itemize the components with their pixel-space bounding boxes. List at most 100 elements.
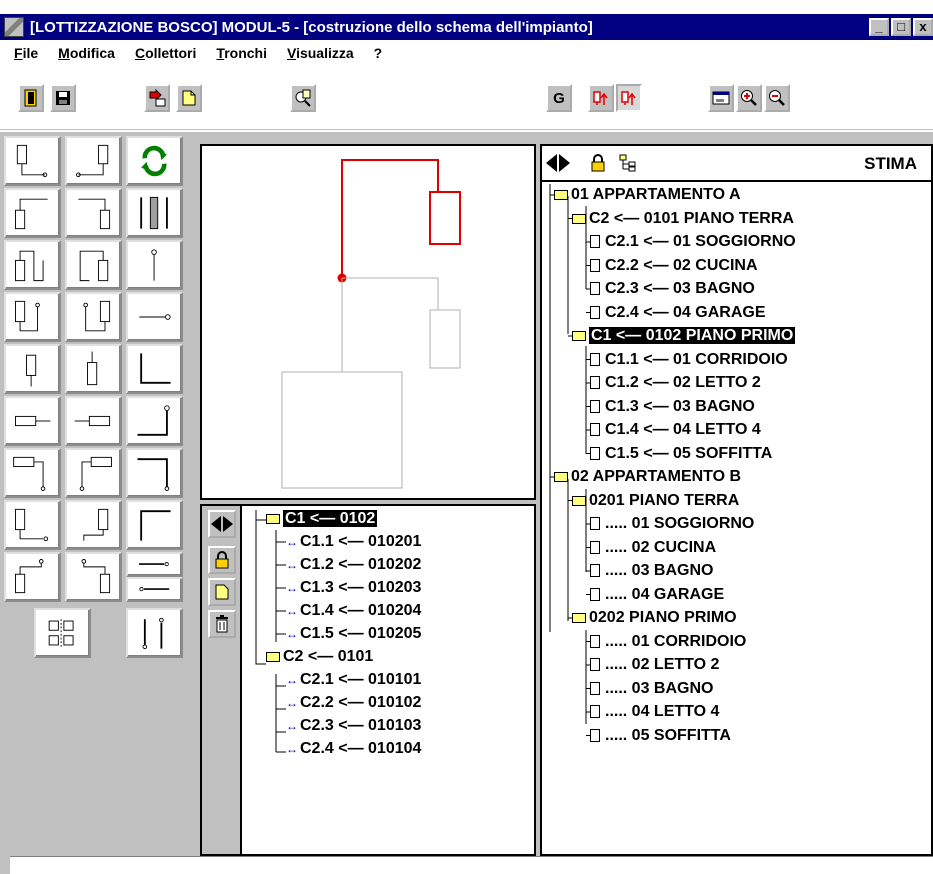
tree-leaf-item[interactable]: ↔ C1.2 <— 010202 bbox=[286, 554, 421, 576]
shape-tool-18[interactable] bbox=[126, 396, 183, 446]
shape-tool-15[interactable] bbox=[126, 344, 183, 394]
tree-leaf-item[interactable]: ↔ C2.2 <— 010102 bbox=[286, 692, 421, 714]
shape-tool-22[interactable] bbox=[4, 500, 61, 550]
tree-leaf-item[interactable]: C2.2 <— 02 CUCINA bbox=[590, 255, 758, 277]
shape-tool-17[interactable] bbox=[65, 396, 122, 446]
shape-tool-24[interactable] bbox=[126, 500, 183, 550]
menu-collettori[interactable]: Collettori bbox=[133, 45, 198, 61]
tree-folder-item[interactable]: C2 <— 0101 bbox=[266, 646, 373, 668]
shape-tool-1[interactable] bbox=[4, 136, 61, 186]
tree-item-label: ..... 02 CUCINA bbox=[605, 538, 717, 556]
maximize-button[interactable]: □ bbox=[891, 18, 911, 36]
expand-button[interactable] bbox=[544, 149, 572, 177]
menu-file[interactable]: File bbox=[12, 45, 40, 61]
tree-leaf-item[interactable]: C1.1 <— 01 CORRIDOIO bbox=[590, 349, 788, 371]
shape-tool-8[interactable] bbox=[65, 240, 122, 290]
tree-leaf-item[interactable]: ..... 02 LETTO 2 bbox=[590, 654, 719, 676]
lock-button[interactable] bbox=[208, 546, 236, 574]
new-item-button[interactable] bbox=[208, 578, 236, 606]
delete-button[interactable] bbox=[208, 610, 236, 638]
trash-icon bbox=[216, 615, 228, 633]
shape-tool-26[interactable] bbox=[65, 552, 122, 602]
tree-leaf-item[interactable]: ↔ C2.1 <— 010101 bbox=[286, 669, 421, 691]
tree-leaf-item[interactable]: C1.5 <— 05 SOFFITTA bbox=[590, 443, 772, 465]
import-button[interactable] bbox=[144, 84, 170, 112]
tree-leaf-item[interactable]: ..... 02 CUCINA bbox=[590, 537, 716, 559]
collapse-button[interactable] bbox=[208, 510, 236, 538]
shape-tool-2[interactable] bbox=[65, 136, 122, 186]
shape-tool-7[interactable] bbox=[4, 240, 61, 290]
shape-tool-23[interactable] bbox=[65, 500, 122, 550]
shape-tool-20[interactable] bbox=[65, 448, 122, 498]
schema-canvas[interactable] bbox=[200, 144, 536, 500]
lock-button[interactable] bbox=[584, 149, 612, 177]
shape-tool-28[interactable] bbox=[126, 577, 183, 602]
menu-help[interactable]: ? bbox=[372, 45, 385, 61]
tree-folder-item[interactable]: 01 APPARTAMENTO A bbox=[554, 184, 741, 206]
shape-tool-10[interactable] bbox=[4, 292, 61, 342]
exit-button[interactable] bbox=[18, 84, 44, 112]
tree-folder-item[interactable]: 0202 PIANO PRIMO bbox=[572, 607, 737, 629]
branch-up-button[interactable] bbox=[588, 84, 614, 112]
shape-tool-27[interactable] bbox=[126, 552, 183, 577]
pipe-shape-icon bbox=[76, 144, 109, 178]
document-icon bbox=[590, 235, 600, 248]
shape-tool-30[interactable] bbox=[126, 608, 183, 658]
shape-tool-16[interactable] bbox=[4, 396, 61, 446]
tree-leaf-item[interactable]: ..... 01 SOGGIORNO bbox=[590, 513, 754, 535]
menu-modifica[interactable]: Modifica bbox=[56, 45, 117, 61]
tree-folder-item[interactable]: C1 <— 0102 PIANO PRIMO bbox=[572, 325, 796, 347]
tree-leaf-item[interactable]: C2.3 <— 03 BAGNO bbox=[590, 278, 755, 300]
zoom-in-button[interactable] bbox=[736, 84, 762, 112]
shape-tool-12[interactable] bbox=[126, 292, 183, 342]
tree-leaf-item[interactable]: C2.4 <— 04 GARAGE bbox=[590, 302, 766, 324]
shape-tool-9[interactable] bbox=[126, 240, 183, 290]
tree-leaf-item[interactable]: ↔ C1.1 <— 010201 bbox=[286, 531, 421, 553]
tree-folder-item[interactable]: 0201 PIANO TERRA bbox=[572, 490, 739, 512]
shape-tool-13[interactable] bbox=[4, 344, 61, 394]
document-icon bbox=[590, 282, 600, 295]
tree-leaf-item[interactable]: ..... 04 GARAGE bbox=[590, 584, 724, 606]
refresh-tool[interactable] bbox=[126, 136, 183, 186]
shape-tool-4[interactable] bbox=[4, 188, 61, 238]
tree-leaf-item[interactable]: ↔ C2.4 <— 010104 bbox=[286, 738, 421, 760]
tree-structure-button[interactable] bbox=[614, 149, 642, 177]
menu-tronchi[interactable]: Tronchi bbox=[214, 45, 269, 61]
tree-leaf-item[interactable]: C1.4 <— 04 LETTO 4 bbox=[590, 419, 761, 441]
shape-tool-5[interactable] bbox=[65, 188, 122, 238]
new-doc-button[interactable] bbox=[176, 84, 202, 112]
save-button[interactable] bbox=[50, 84, 76, 112]
minimize-button[interactable]: _ bbox=[869, 18, 889, 36]
shape-tool-25[interactable] bbox=[4, 552, 61, 602]
window-button[interactable] bbox=[708, 84, 734, 112]
shape-tool-19[interactable] bbox=[4, 448, 61, 498]
tree-leaf-item[interactable]: ↔ C1.3 <— 010203 bbox=[286, 577, 421, 599]
zoom-out-button[interactable] bbox=[764, 84, 790, 112]
document-icon bbox=[590, 399, 600, 413]
tree-leaf-item[interactable]: ..... 03 BAGNO bbox=[590, 678, 713, 700]
tree-leaf-item[interactable]: ..... 05 SOFFITTA bbox=[590, 725, 731, 747]
shape-tool-21[interactable] bbox=[126, 448, 183, 498]
tree-leaf-item[interactable]: ..... 04 LETTO 4 bbox=[590, 701, 719, 723]
tree-leaf-item[interactable]: ↔ C1.5 <— 010205 bbox=[286, 623, 421, 645]
shape-tool-11[interactable] bbox=[65, 292, 122, 342]
tree-leaf-item[interactable]: C1.3 <— 03 BAGNO bbox=[590, 396, 755, 418]
tree-leaf-item[interactable]: ..... 03 BAGNO bbox=[590, 560, 713, 582]
tree-leaf-item[interactable]: ↔ C2.3 <— 010103 bbox=[286, 715, 421, 737]
search-person-button[interactable] bbox=[290, 84, 316, 112]
tree-folder-item[interactable]: C1 <— 0102 bbox=[266, 508, 378, 530]
tree-leaf-item[interactable]: C1.2 <— 02 LETTO 2 bbox=[590, 372, 761, 394]
shape-tool-29[interactable] bbox=[34, 608, 91, 658]
shape-tool-14[interactable] bbox=[65, 344, 122, 394]
tree-leaf-item[interactable]: ..... 01 CORRIDOIO bbox=[590, 631, 746, 653]
tree-leaf-item[interactable]: C2.1 <— 01 SOGGIORNO bbox=[590, 231, 796, 253]
tree-folder-item[interactable]: C2 <— 0101 PIANO TERRA bbox=[572, 208, 794, 230]
tree-folder-item[interactable]: 02 APPARTAMENTO B bbox=[554, 466, 741, 488]
g-button[interactable]: G bbox=[546, 84, 572, 112]
branch-up-pressed-button[interactable] bbox=[616, 84, 642, 112]
tree-leaf-item[interactable]: ↔ C1.4 <— 010204 bbox=[286, 600, 421, 622]
close-button[interactable]: x bbox=[913, 18, 933, 36]
shape-tool-6[interactable] bbox=[126, 188, 183, 238]
tree-item-label: 0202 PIANO PRIMO bbox=[589, 609, 737, 626]
menu-visualizza[interactable]: Visualizza bbox=[285, 45, 356, 61]
